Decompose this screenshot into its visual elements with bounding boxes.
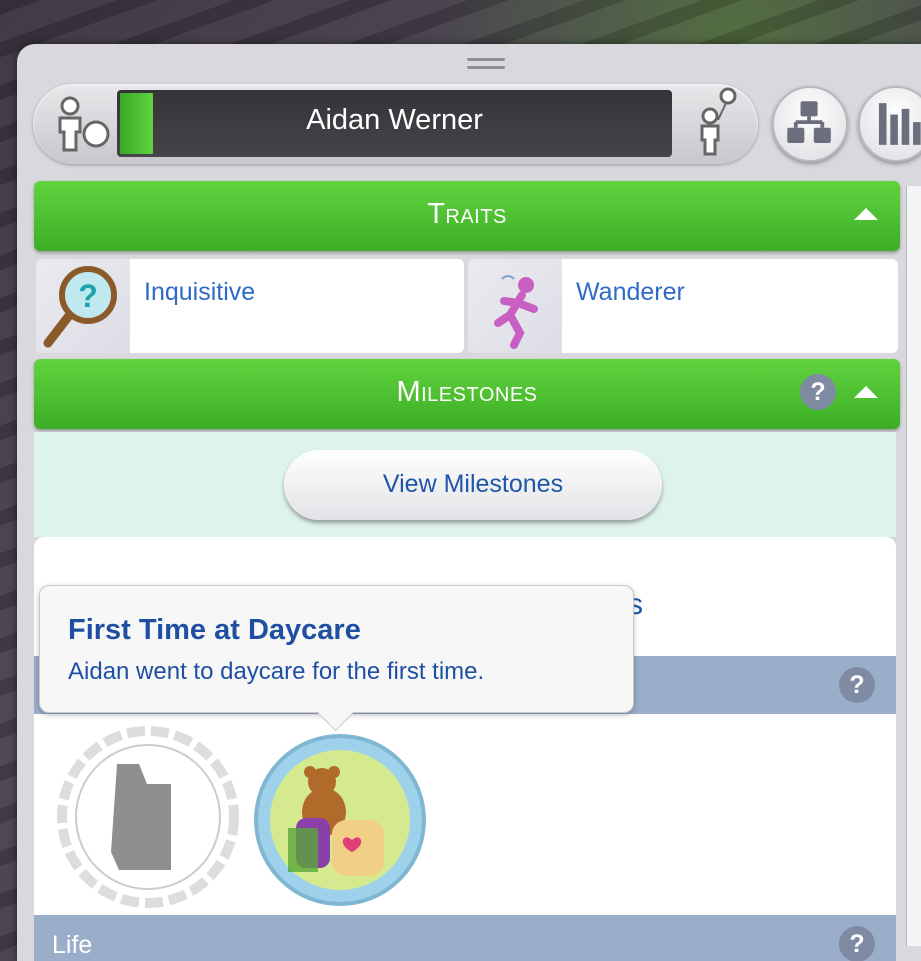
milestone-tooltip: First Time at Daycare Aidan went to dayc… [39, 585, 634, 713]
milestones-title: Milestones [396, 376, 538, 408]
family-tree-icon [787, 101, 831, 143]
bar-chart-icon [878, 103, 921, 145]
trait-card-wanderer[interactable]: Wanderer [468, 259, 898, 353]
magnifier-question-icon: ? [43, 266, 117, 348]
daycare-milestone-badge[interactable] [252, 732, 428, 908]
help-icon[interactable]: ? [839, 926, 875, 961]
tooltip-title: First Time at Daycare [68, 614, 361, 646]
trait-label: Inquisitive [144, 278, 256, 306]
toddler-age-icon [58, 96, 110, 152]
age-progress-fill [120, 93, 153, 154]
traits-section-header[interactable]: Traits [34, 181, 900, 251]
view-milestones-button[interactable]: View Milestones [284, 450, 662, 520]
help-icon[interactable]: ? [800, 374, 836, 410]
trait-label: Wanderer [576, 278, 685, 306]
traits-title: Traits [427, 198, 507, 230]
child-age-icon [700, 87, 737, 156]
locked-milestone-badge[interactable] [55, 724, 241, 910]
panel-scroll-edge[interactable] [906, 186, 921, 946]
panel-drag-handle[interactable] [467, 58, 505, 72]
sim-name[interactable]: Aidan Werner [152, 104, 637, 137]
category-label: Life [52, 931, 93, 959]
trait-card-inquisitive[interactable]: ? Inquisitive [36, 259, 464, 353]
simology-stats-button[interactable] [858, 86, 921, 162]
svg-text:?: ? [78, 278, 98, 314]
tooltip-description: Aidan went to daycare for the first time… [68, 658, 485, 685]
collapse-arrow-icon[interactable] [854, 386, 878, 398]
milestone-category-life[interactable]: Life ? [34, 915, 896, 961]
running-figure-icon [494, 275, 538, 349]
family-tree-button[interactable] [772, 86, 848, 162]
collapse-arrow-icon[interactable] [854, 208, 878, 220]
milestones-section-header[interactable]: Milestones ? [34, 359, 900, 429]
help-icon[interactable]: ? [839, 667, 875, 703]
